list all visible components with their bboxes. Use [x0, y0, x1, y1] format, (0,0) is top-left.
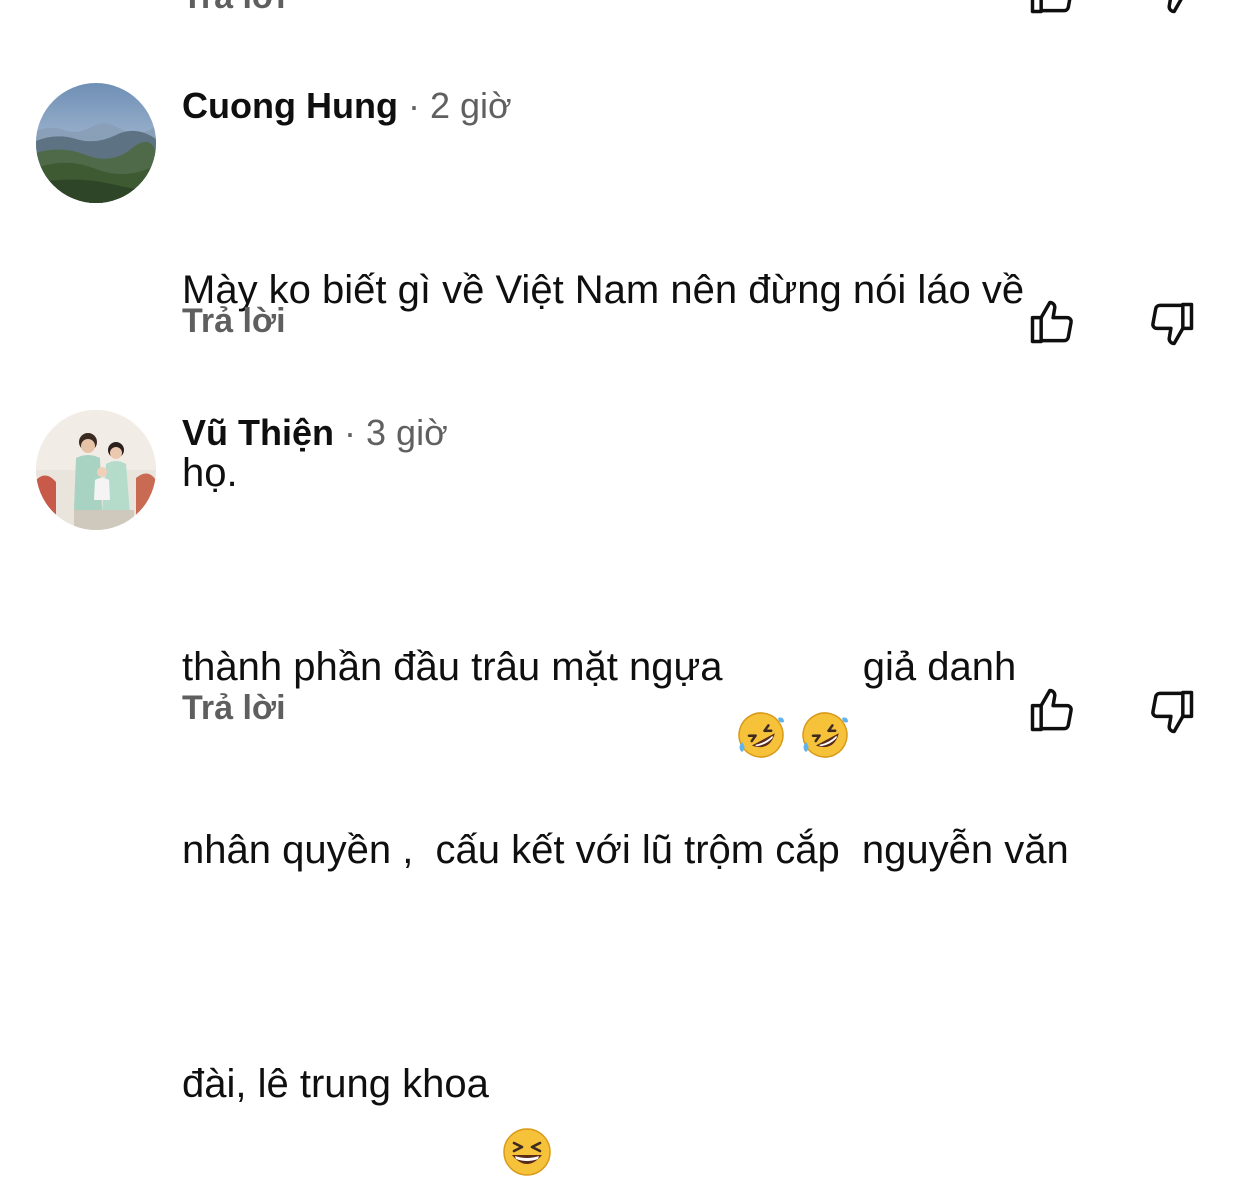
comment-text: thành phần đầu trâu mặt ngựa giả danh nh… [182, 464, 1069, 1176]
avatar-vu-thien[interactable] [36, 410, 156, 530]
thumbs-up-icon[interactable] [1026, 296, 1078, 348]
thumbs-up-icon[interactable] [1026, 0, 1078, 18]
grinning-squinting-face-emoji-icon [500, 1003, 554, 1176]
rolling-on-floor-laughing-emoji-icon [734, 586, 788, 758]
author-name[interactable]: Cuong Hung [182, 85, 398, 126]
comment-meta: Cuong Hung · 2 giờ [182, 84, 512, 128]
comment-time[interactable]: 3 giờ [366, 412, 448, 453]
comment-line-text: thành phần đầu trâu mặt ngựa [182, 645, 734, 689]
meta-separator: · [344, 412, 357, 453]
rolling-on-floor-laughing-emoji-icon [798, 586, 852, 758]
comment-line: thành phần đầu trâu mặt ngựa giả danh [182, 586, 1069, 758]
comment-line: nhân quyền , cấu kết với lũ trộm cắp ngu… [182, 828, 1069, 872]
comment-line-text: giả danh [851, 645, 1017, 689]
thumbs-down-icon[interactable] [1146, 686, 1198, 738]
avatar-cuong-hung[interactable] [36, 83, 156, 203]
comment-meta: Vũ Thiện · 3 giờ [182, 411, 448, 455]
reply-button[interactable]: Trả lời [182, 302, 286, 341]
comment-line-text: đài, lê trung khoa [182, 1062, 500, 1106]
comment-line: Mày ko biết gì về Việt Nam nên đừng nói … [182, 268, 1025, 312]
author-name[interactable]: Vũ Thiện [182, 412, 334, 453]
comment-line: đài, lê trung khoa [182, 1003, 1069, 1176]
comment-time[interactable]: 2 giờ [430, 85, 512, 126]
reply-button[interactable]: Trả lời [182, 689, 286, 728]
thumbs-down-icon[interactable] [1146, 0, 1198, 18]
thumbs-down-icon[interactable] [1146, 298, 1198, 350]
thumbs-up-icon[interactable] [1026, 684, 1078, 736]
meta-separator: · [407, 85, 420, 126]
reply-button-previous[interactable]: Trả lời [182, 0, 286, 17]
